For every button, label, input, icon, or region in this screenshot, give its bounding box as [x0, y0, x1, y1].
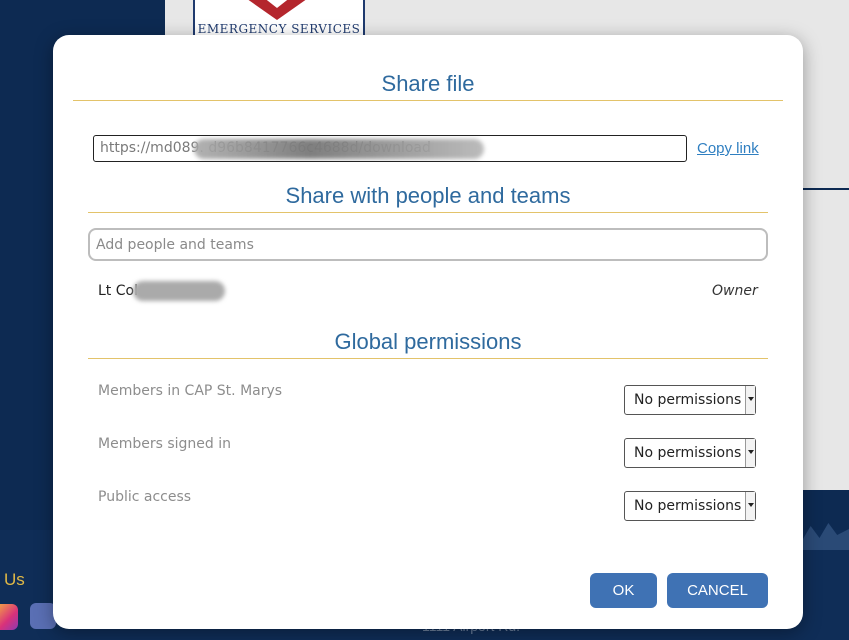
permission-label-public: Public access [98, 489, 192, 505]
copy-link-button[interactable]: Copy link [697, 140, 759, 157]
permission-select-value: No permissions [634, 445, 742, 461]
permission-select-cap-members[interactable]: No permissions [624, 385, 756, 415]
chevron-down-icon [745, 439, 755, 467]
redaction-blur [194, 139, 484, 159]
footer-contact-heading: Us [4, 570, 25, 589]
global-divider [88, 358, 768, 359]
owner-name: Lt Col [98, 283, 138, 299]
ok-button[interactable]: OK [590, 573, 657, 608]
people-divider [88, 212, 768, 213]
permission-label-cap-members: Members in CAP St. Marys [98, 383, 283, 399]
permission-select-value: No permissions [634, 392, 742, 408]
permission-label-signed-in: Members signed in [98, 436, 231, 452]
share-file-dialog: Share file https://md089. d96b8417766c46… [53, 35, 803, 629]
chevron-down-icon [745, 386, 755, 414]
add-people-input[interactable] [88, 228, 768, 261]
instagram-icon[interactable] [0, 604, 18, 630]
chevron-down-icon [745, 492, 755, 520]
cancel-button[interactable]: CANCEL [667, 573, 768, 608]
permission-select-signed-in[interactable]: No permissions [624, 438, 756, 468]
owner-role: Owner [712, 283, 758, 299]
permission-select-value: No permissions [634, 498, 742, 514]
permission-select-public[interactable]: No permissions [624, 491, 756, 521]
dialog-title: Share file [381, 71, 475, 96]
title-divider [73, 100, 783, 101]
share-link-field[interactable]: https://md089. d96b8417766c4688d/downloa… [93, 135, 687, 162]
people-section-title: Share with people and teams [285, 183, 571, 208]
global-permissions-title: Global permissions [334, 329, 522, 354]
logo-text: EMERGENCY SERVICES [197, 22, 361, 36]
owner-name-redaction [133, 281, 225, 301]
